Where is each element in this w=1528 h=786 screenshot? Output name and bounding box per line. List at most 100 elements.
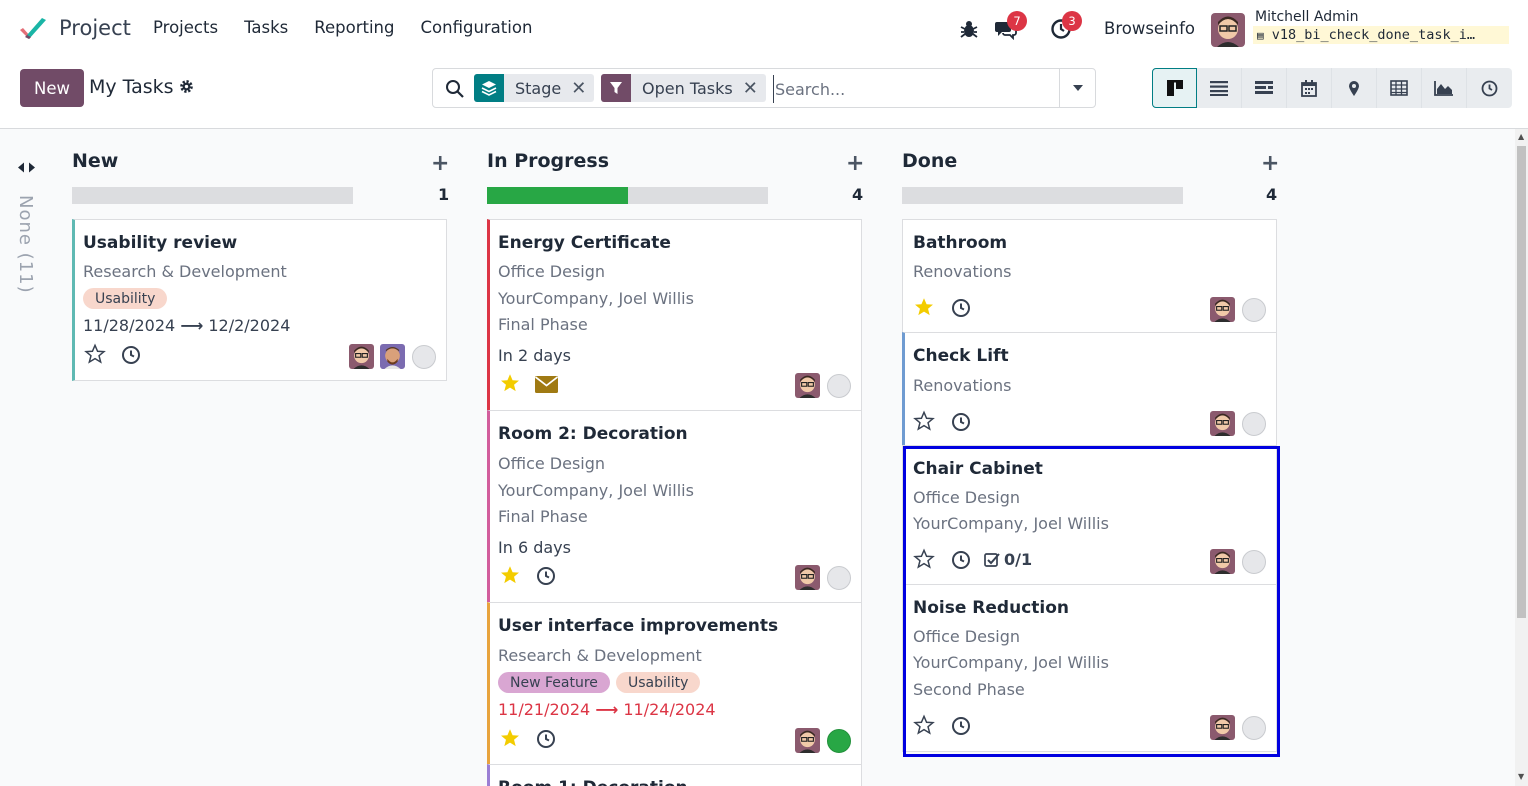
card-project: Office Design (913, 488, 1021, 507)
avatar[interactable] (1210, 411, 1235, 436)
envelope-icon[interactable] (535, 376, 558, 393)
status-dot[interactable] (827, 374, 851, 398)
card-customer: YourCompany, Joel Willis (913, 514, 1109, 533)
status-dot[interactable] (1242, 298, 1266, 322)
column-progress-bar[interactable] (487, 187, 768, 204)
view-activity[interactable] (1467, 68, 1512, 108)
view-kanban[interactable] (1152, 68, 1197, 108)
star-icon[interactable] (84, 343, 106, 365)
activity-clock-icon[interactable] (951, 716, 971, 736)
star-icon[interactable] (913, 410, 935, 432)
star-filled-icon[interactable] (499, 564, 521, 586)
status-dot-done[interactable] (827, 729, 851, 753)
scrollbar-thumb[interactable] (1517, 146, 1526, 618)
tag-usability: Usability (616, 672, 701, 693)
column-progress-bar[interactable] (72, 187, 353, 204)
user-avatar[interactable] (1211, 13, 1245, 47)
column-progress-bar[interactable] (902, 187, 1183, 204)
kanban-card[interactable]: Energy Certificate Office Design YourCom… (487, 219, 862, 411)
status-dot[interactable] (827, 566, 851, 590)
menu-reporting[interactable]: Reporting (314, 18, 394, 37)
view-pivot[interactable] (1377, 68, 1422, 108)
subtask-count[interactable]: 0/1 (1004, 550, 1032, 569)
avatar[interactable] (795, 565, 820, 590)
quick-create-icon[interactable]: + (846, 151, 864, 176)
page-title: My Tasks (89, 76, 174, 98)
star-icon[interactable] (913, 714, 935, 736)
menu-tasks[interactable]: Tasks (244, 18, 288, 37)
vertical-scrollbar[interactable]: ▲ ▼ (1515, 129, 1528, 786)
card-title: Bathroom (913, 233, 1008, 253)
subtask-checkbox-icon[interactable] (984, 552, 1000, 568)
app-logo-icon[interactable] (18, 16, 48, 44)
kanban-card[interactable]: Room 1: Decoration (487, 764, 862, 786)
list-icon (1210, 81, 1228, 96)
kanban-card[interactable]: Chair Cabinet Office Design YourCompany,… (902, 445, 1277, 585)
new-button[interactable]: New (20, 69, 84, 107)
scroll-down-arrow-icon[interactable]: ▼ (1518, 772, 1524, 781)
activities-clock-icon[interactable]: 3 (1049, 11, 1082, 41)
status-dot[interactable] (1242, 550, 1266, 574)
arrow-right-icon: ⟶ (595, 700, 619, 719)
avatar[interactable] (795, 728, 820, 753)
activity-clock-icon[interactable] (951, 550, 971, 570)
menu-configuration[interactable]: Configuration (421, 18, 533, 37)
activity-clock-icon[interactable] (951, 412, 971, 432)
app-name[interactable]: Project (59, 16, 131, 40)
activity-clock-icon[interactable] (536, 566, 556, 586)
view-gantt[interactable] (1242, 68, 1287, 108)
search-input[interactable] (773, 75, 1053, 103)
view-list[interactable] (1197, 68, 1242, 108)
card-title: Noise Reduction (913, 598, 1070, 618)
facet-group-by: Stage ✕ (474, 74, 595, 102)
date-start: 11/28/2024 (83, 316, 176, 335)
tag-usability: Usability (83, 288, 168, 309)
scroll-up-arrow-icon[interactable]: ▲ (1518, 132, 1524, 141)
remove-facet-icon[interactable]: ✕ (743, 74, 766, 102)
star-filled-icon[interactable] (499, 372, 521, 394)
star-icon[interactable] (913, 548, 935, 570)
avatar[interactable] (1210, 549, 1235, 574)
view-graph[interactable] (1422, 68, 1467, 108)
avatar[interactable] (795, 373, 820, 398)
quick-create-icon[interactable]: + (431, 151, 449, 176)
avatar[interactable] (349, 344, 374, 369)
status-dot[interactable] (412, 345, 436, 369)
activity-clock-icon[interactable] (536, 729, 556, 749)
company-switcher[interactable]: Browseinfo (1104, 19, 1195, 38)
activity-clock-icon[interactable] (951, 298, 971, 318)
status-dot[interactable] (1242, 716, 1266, 740)
date-start: 11/21/2024 (498, 700, 591, 719)
star-filled-icon[interactable] (913, 296, 935, 318)
filter-icon (601, 74, 631, 102)
kanban-card[interactable]: Noise Reduction Office Design YourCompan… (902, 584, 1277, 752)
kanban-card[interactable]: Room 2: Decoration Office Design YourCom… (487, 410, 862, 603)
quick-create-icon[interactable]: + (1261, 151, 1279, 176)
card-project: Renovations (913, 262, 1012, 281)
folded-column-none[interactable]: None (11) (10, 195, 40, 295)
activity-clock-icon[interactable] (121, 345, 141, 365)
avatar[interactable] (1210, 297, 1235, 322)
status-dot[interactable] (1242, 412, 1266, 436)
kanban-card[interactable]: Usability review Research & Development … (72, 219, 447, 381)
search-icon[interactable] (445, 79, 465, 99)
unfold-arrows-icon[interactable] (18, 162, 35, 173)
star-filled-icon[interactable] (499, 727, 521, 749)
view-map[interactable] (1332, 68, 1377, 108)
column-header-done: Done (902, 150, 957, 172)
view-calendar[interactable] (1287, 68, 1332, 108)
kanban-card[interactable]: Bathroom Renovations (902, 219, 1277, 333)
layers-icon (474, 74, 504, 102)
user-name[interactable]: Mitchell Admin (1255, 9, 1359, 25)
messages-chat-icon[interactable]: 7 (994, 11, 1027, 41)
menu-projects[interactable]: Projects (153, 18, 218, 37)
search-options-toggle[interactable] (1059, 69, 1095, 107)
debug-bug-icon[interactable] (957, 17, 981, 41)
remove-facet-icon[interactable]: ✕ (571, 74, 594, 102)
card-date-range: 11/21/2024 ⟶ 11/24/2024 (498, 700, 716, 719)
avatar[interactable] (1210, 715, 1235, 740)
kanban-card[interactable]: User interface improvements Research & D… (487, 602, 862, 765)
kanban-card[interactable]: Check Lift Renovations (902, 332, 1277, 446)
gear-icon[interactable] (179, 79, 194, 94)
avatar[interactable] (380, 344, 405, 369)
